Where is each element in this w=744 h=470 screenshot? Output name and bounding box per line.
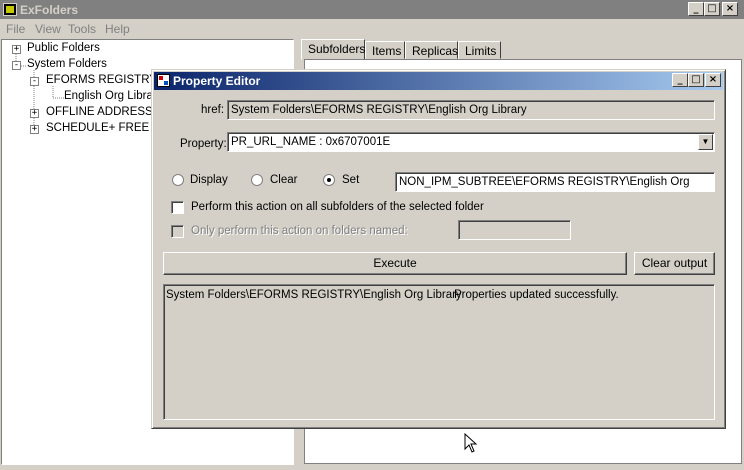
main-title-bar[interactable]: ExFolders _ □ × xyxy=(0,0,744,19)
collapse-icon[interactable]: - xyxy=(12,61,21,70)
tree-item-public-folders[interactable]: Public Folders xyxy=(27,42,100,54)
tab-replicas[interactable]: Replicas xyxy=(405,41,458,59)
mouse-cursor-icon xyxy=(464,433,478,453)
maximize-icon[interactable]: □ xyxy=(688,73,704,87)
dialog-title: Property Editor xyxy=(173,74,261,88)
set-value-input[interactable]: NON_IPM_SUBTREE\EFORMS REGISTRY\English … xyxy=(395,172,715,192)
property-select-value: PR_URL_NAME : 0x6707001E xyxy=(231,136,391,148)
property-select[interactable]: PR_URL_NAME : 0x6707001E ▼ xyxy=(227,132,715,152)
tree-item-system-folders[interactable]: System Folders xyxy=(27,58,107,70)
tree-item-english-org-library[interactable]: English Org Library xyxy=(64,90,162,102)
output-message: Properties updated successfully. xyxy=(454,289,619,301)
named-folders-checkbox[interactable] xyxy=(171,225,184,238)
menu-bar: File View Tools Help xyxy=(0,19,744,39)
folder-name-input[interactable] xyxy=(458,220,571,240)
menu-view[interactable]: View xyxy=(35,22,61,36)
radio-clear-label: Clear xyxy=(270,174,298,186)
close-icon[interactable]: × xyxy=(705,73,721,87)
tree-item-schedule-free-busy[interactable]: SCHEDULE+ FREE B xyxy=(46,122,160,134)
radio-display-label: Display xyxy=(190,174,228,186)
execute-button[interactable]: Execute xyxy=(163,252,627,275)
href-label: href: xyxy=(201,104,225,116)
expand-icon[interactable]: + xyxy=(12,45,21,54)
minimize-icon[interactable]: _ xyxy=(688,2,704,16)
radio-display[interactable] xyxy=(172,174,184,186)
expand-icon[interactable]: + xyxy=(30,109,39,118)
property-label: Property: xyxy=(180,138,227,150)
maximize-icon[interactable]: □ xyxy=(704,2,720,16)
minimize-icon[interactable]: _ xyxy=(672,73,688,87)
tab-items[interactable]: Items xyxy=(365,41,405,59)
menu-help[interactable]: Help xyxy=(105,22,130,36)
menu-tools[interactable]: Tools xyxy=(68,22,96,36)
chevron-down-icon[interactable]: ▼ xyxy=(698,134,713,150)
tab-limits[interactable]: Limits xyxy=(458,41,501,59)
app-title: ExFolders xyxy=(20,3,79,17)
output-log[interactable]: System Folders\EFORMS REGISTRY\English O… xyxy=(163,284,715,420)
radio-set-label: Set xyxy=(342,174,360,186)
dialog-title-bar[interactable]: Property Editor _ □ × xyxy=(154,72,723,90)
tab-subfolders[interactable]: Subfolders xyxy=(301,39,365,60)
all-subfolders-checkbox[interactable] xyxy=(171,201,184,214)
radio-clear[interactable] xyxy=(251,174,263,186)
all-subfolders-label: Perform this action on all subfolders of… xyxy=(191,201,484,213)
property-editor-icon xyxy=(157,74,170,87)
named-folders-label: Only perform this action on folders name… xyxy=(191,225,408,237)
radio-set[interactable] xyxy=(323,174,335,186)
tree-item-eforms-registry[interactable]: EFORMS REGISTRY xyxy=(46,74,157,86)
tree-item-offline-address-book[interactable]: OFFLINE ADDRESS B xyxy=(46,106,164,118)
menu-file[interactable]: File xyxy=(6,22,25,36)
app-icon xyxy=(3,3,17,16)
clear-output-button[interactable]: Clear output xyxy=(634,252,715,275)
href-field[interactable]: System Folders\EFORMS REGISTRY\English O… xyxy=(227,100,715,120)
close-icon[interactable]: × xyxy=(722,2,738,16)
output-path: System Folders\EFORMS REGISTRY\English O… xyxy=(166,289,462,301)
expand-icon[interactable]: + xyxy=(30,125,39,134)
collapse-icon[interactable]: - xyxy=(30,77,39,86)
